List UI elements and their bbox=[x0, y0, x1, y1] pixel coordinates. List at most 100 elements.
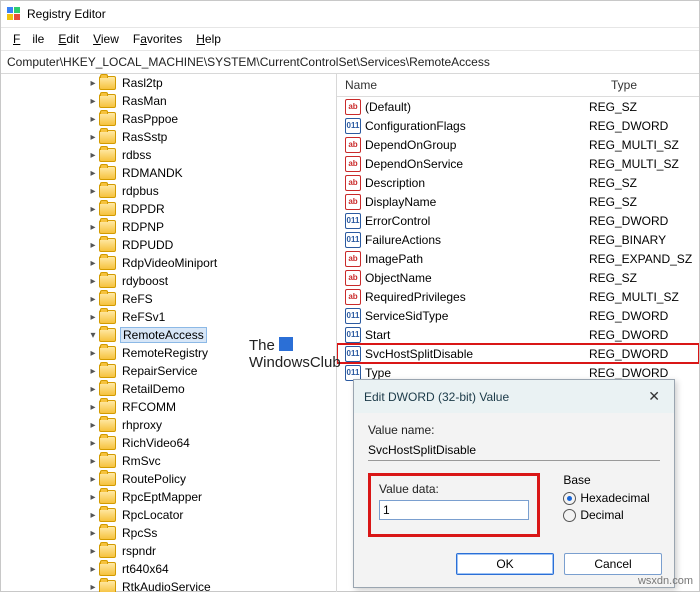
chevron-icon[interactable]: ▸ bbox=[87, 420, 99, 431]
value-row[interactable]: abDependOnServiceREG_MULTI_SZ bbox=[337, 154, 699, 173]
tree-node[interactable]: ▸RDPNP bbox=[1, 218, 336, 236]
tree-node[interactable]: ▸ReFSv1 bbox=[1, 308, 336, 326]
folder-icon bbox=[99, 112, 116, 126]
chevron-icon[interactable]: ▸ bbox=[87, 168, 99, 179]
base-label: Base bbox=[563, 473, 649, 487]
folder-icon bbox=[99, 148, 116, 162]
tree-node[interactable]: ▸rspndr bbox=[1, 542, 336, 560]
tree-node[interactable]: ▸rt640x64 bbox=[1, 560, 336, 578]
chevron-icon[interactable]: ▾ bbox=[87, 330, 99, 341]
tree-node[interactable]: ▸RdpVideoMiniport bbox=[1, 254, 336, 272]
value-row[interactable]: abDependOnGroupREG_MULTI_SZ bbox=[337, 135, 699, 154]
string-value-icon: ab bbox=[345, 251, 361, 267]
chevron-icon[interactable]: ▸ bbox=[87, 240, 99, 251]
tree-node[interactable]: ▸RDPUDD bbox=[1, 236, 336, 254]
tree-node[interactable]: ▸RpcSs bbox=[1, 524, 336, 542]
chevron-icon[interactable]: ▸ bbox=[87, 492, 99, 503]
tree-node[interactable]: ▸ rdpbus bbox=[1, 182, 336, 200]
radio-dec[interactable]: Decimal bbox=[563, 508, 649, 522]
tree-node[interactable]: ▸RichVideo64 bbox=[1, 434, 336, 452]
value-row[interactable]: abImagePathREG_EXPAND_SZ bbox=[337, 249, 699, 268]
chevron-icon[interactable]: ▸ bbox=[87, 366, 99, 377]
chevron-icon[interactable]: ▸ bbox=[87, 78, 99, 89]
address-bar[interactable]: Computer\HKEY_LOCAL_MACHINE\SYSTEM\Curre… bbox=[1, 51, 699, 74]
chevron-icon[interactable]: ▸ bbox=[87, 186, 99, 197]
dword-value-icon: 011 bbox=[345, 346, 361, 362]
folder-icon bbox=[99, 328, 116, 342]
menu-favorites[interactable]: Favorites bbox=[127, 30, 188, 48]
chevron-icon[interactable]: ▸ bbox=[87, 150, 99, 161]
chevron-icon[interactable]: ▸ bbox=[87, 114, 99, 125]
tree-node[interactable]: ▸RFCOMM bbox=[1, 398, 336, 416]
value-row[interactable]: ab(Default)REG_SZ bbox=[337, 97, 699, 116]
value-type: REG_MULTI_SZ bbox=[589, 157, 699, 171]
value-row[interactable]: 011SvcHostSplitDisableREG_DWORD bbox=[337, 344, 699, 363]
value-row[interactable]: abRequiredPrivilegesREG_MULTI_SZ bbox=[337, 287, 699, 306]
value-data-input[interactable] bbox=[379, 500, 529, 520]
window-title: Registry Editor bbox=[27, 7, 106, 21]
value-row[interactable]: 011ServiceSidTypeREG_DWORD bbox=[337, 306, 699, 325]
cancel-button[interactable]: Cancel bbox=[564, 553, 662, 575]
value-row[interactable]: 011ErrorControlREG_DWORD bbox=[337, 211, 699, 230]
value-row[interactable]: abDisplayNameREG_SZ bbox=[337, 192, 699, 211]
tree-pane[interactable]: ▸Rasl2tp▸RasMan▸RasPppoe▸RasSstp▸rdbss▸R… bbox=[1, 74, 337, 592]
menu-view[interactable]: View bbox=[87, 30, 125, 48]
chevron-icon[interactable]: ▸ bbox=[87, 258, 99, 269]
chevron-icon[interactable]: ▸ bbox=[87, 276, 99, 287]
tree-node[interactable]: ▸RDPDR bbox=[1, 200, 336, 218]
tree-node[interactable]: ▸rdyboost bbox=[1, 272, 336, 290]
chevron-icon[interactable]: ▸ bbox=[87, 402, 99, 413]
tree-node[interactable]: ▸RtkAudioService bbox=[1, 578, 336, 592]
tree-node[interactable]: ▸Rasl2tp bbox=[1, 74, 336, 92]
tree-node[interactable]: ▸RasPppoe bbox=[1, 110, 336, 128]
value-row[interactable]: 011StartREG_DWORD bbox=[337, 325, 699, 344]
tree-node[interactable]: ▸RoutePolicy bbox=[1, 470, 336, 488]
tree-node[interactable]: ▸RpcEptMapper bbox=[1, 488, 336, 506]
value-name: Type bbox=[365, 366, 589, 380]
menu-help[interactable]: Help bbox=[190, 30, 227, 48]
radio-hex[interactable]: Hexadecimal bbox=[563, 491, 649, 505]
tree-node[interactable]: ▸RasSstp bbox=[1, 128, 336, 146]
string-value-icon: ab bbox=[345, 289, 361, 305]
tree-node[interactable]: ▸RDMANDK bbox=[1, 164, 336, 182]
value-row[interactable]: abDescriptionREG_SZ bbox=[337, 173, 699, 192]
value-row[interactable]: 011FailureActionsREG_BINARY bbox=[337, 230, 699, 249]
folder-icon bbox=[99, 580, 116, 592]
chevron-icon[interactable]: ▸ bbox=[87, 384, 99, 395]
tree-node[interactable]: ▸RetailDemo bbox=[1, 380, 336, 398]
chevron-icon[interactable]: ▸ bbox=[87, 96, 99, 107]
menu-edit[interactable]: Edit bbox=[52, 30, 85, 48]
chevron-icon[interactable]: ▸ bbox=[87, 582, 99, 592]
column-name[interactable]: Name bbox=[337, 78, 603, 92]
dword-value-icon: 011 bbox=[345, 118, 361, 134]
tree-label: rdpbus bbox=[120, 184, 161, 198]
chevron-icon[interactable]: ▸ bbox=[87, 510, 99, 521]
chevron-icon[interactable]: ▸ bbox=[87, 222, 99, 233]
chevron-icon[interactable]: ▸ bbox=[87, 132, 99, 143]
chevron-icon[interactable]: ▸ bbox=[87, 348, 99, 359]
chevron-icon[interactable]: ▸ bbox=[87, 456, 99, 467]
tree-node[interactable]: ▸ReFS bbox=[1, 290, 336, 308]
tree-node[interactable]: ▸RmSvc bbox=[1, 452, 336, 470]
value-name-field[interactable]: SvcHostSplitDisable bbox=[368, 441, 660, 461]
chevron-icon[interactable]: ▸ bbox=[87, 312, 99, 323]
chevron-icon[interactable]: ▸ bbox=[87, 204, 99, 215]
dword-value-icon: 011 bbox=[345, 327, 361, 343]
value-row[interactable]: abObjectNameREG_SZ bbox=[337, 268, 699, 287]
tree-node[interactable]: ▸RpcLocator bbox=[1, 506, 336, 524]
menu-file[interactable]: File bbox=[7, 30, 50, 48]
chevron-icon[interactable]: ▸ bbox=[87, 474, 99, 485]
tree-node[interactable]: ▸rhproxy bbox=[1, 416, 336, 434]
chevron-icon[interactable]: ▸ bbox=[87, 294, 99, 305]
chevron-icon[interactable]: ▸ bbox=[87, 546, 99, 557]
tree-node[interactable]: ▸rdbss bbox=[1, 146, 336, 164]
chevron-icon[interactable]: ▸ bbox=[87, 564, 99, 575]
tree-node[interactable]: ▸RasMan bbox=[1, 92, 336, 110]
column-type[interactable]: Type bbox=[603, 78, 699, 92]
chevron-icon[interactable]: ▸ bbox=[87, 438, 99, 449]
dialog-close-button[interactable]: ✕ bbox=[644, 388, 664, 405]
value-row[interactable]: 011ConfigurationFlagsREG_DWORD bbox=[337, 116, 699, 135]
chevron-icon[interactable]: ▸ bbox=[87, 528, 99, 539]
watermark: The WindowsClub bbox=[249, 337, 341, 372]
ok-button[interactable]: OK bbox=[456, 553, 554, 575]
